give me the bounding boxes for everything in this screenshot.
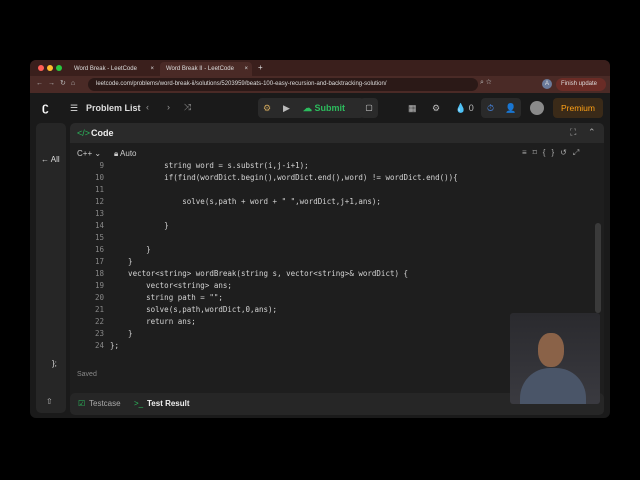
finish-update-label: Finish update <box>561 81 598 87</box>
problem-list-link[interactable]: Problem List <box>86 103 141 113</box>
note-icon[interactable]: ▢ <box>360 98 378 118</box>
code-line[interactable]: if(find(wordDict.begin(),wordDict.end(),… <box>110 173 458 185</box>
avatar[interactable]: A <box>542 79 552 89</box>
code-line[interactable]: } <box>110 329 133 341</box>
user-avatar[interactable] <box>530 101 544 115</box>
mode-value: Auto <box>120 149 137 158</box>
tab-word-break-ii[interactable]: Word Break II - LeetCode × <box>160 62 252 76</box>
line-number: 24 <box>94 341 104 350</box>
next-problem-icon[interactable]: › <box>167 102 170 112</box>
code-line[interactable]: } <box>110 245 151 257</box>
terminal-icon: >_ <box>134 399 144 408</box>
code-line[interactable]: }; <box>110 341 119 353</box>
line-number: 9 <box>99 161 104 170</box>
line-number: 23 <box>94 329 104 338</box>
line-number: 14 <box>94 221 104 230</box>
collapse-icon[interactable]: ⌃ <box>588 127 596 138</box>
code-snippet-fragment: }; <box>52 359 57 368</box>
line-number: 16 <box>94 245 104 254</box>
run-icon[interactable]: ▶ <box>283 103 290 114</box>
minimize-window-button[interactable] <box>47 65 53 71</box>
new-tab-button[interactable]: + <box>258 63 263 72</box>
search-icon[interactable]: ⌕ ☆ <box>480 79 492 87</box>
leetcode-logo[interactable]: ʗ <box>42 100 49 114</box>
auto-mode[interactable]: 🔒︎ Auto <box>114 149 137 159</box>
maximize-window-button[interactable] <box>56 65 62 71</box>
person-face <box>538 333 564 367</box>
line-number: 20 <box>94 293 104 302</box>
finish-update-button[interactable]: Finish update <box>556 78 606 91</box>
code-line[interactable]: vector<string> ans; <box>110 281 232 293</box>
description-panel-collapsed: ← All }; ⇧ <box>36 123 66 413</box>
add-user-icon[interactable]: 👤 <box>505 103 516 114</box>
line-number: 11 <box>94 185 104 194</box>
submit-label: Submit <box>314 103 346 113</box>
code-line[interactable]: vector<string> wordBreak(string s, vecto… <box>110 269 408 281</box>
line-number: 18 <box>94 269 104 278</box>
timer-icon[interactable]: ⏱ <box>487 103 494 114</box>
tab-bar: Word Break - LeetCode × Word Break II - L… <box>30 60 610 76</box>
webcam-overlay <box>510 313 600 404</box>
code-icon: </> <box>77 128 91 138</box>
code-line[interactable]: string word = s.substr(i,j-i+1); <box>110 161 309 173</box>
gear-icon[interactable]: ⚙ <box>432 103 440 114</box>
tab-test-result[interactable]: Test Result <box>147 399 190 408</box>
code-line[interactable]: string path = ""; <box>110 293 223 305</box>
close-icon[interactable]: × <box>244 66 248 72</box>
line-number: 15 <box>94 233 104 242</box>
leetcode-header: ʗ ☰ Problem List ‹ › ⤨ ⚙ ▶ ☁ Submit ▢ ▦ … <box>30 93 610 123</box>
code-panel-header: </> Code ⛶ ⌃ <box>70 123 604 143</box>
scroll-up-icon[interactable]: ⇧ <box>46 397 53 406</box>
prev-problem-icon[interactable]: ‹ <box>146 102 149 112</box>
close-icon[interactable]: × <box>150 66 154 72</box>
checkbox-icon: ☑ <box>78 399 86 408</box>
tab-testcase[interactable]: Testcase <box>89 399 121 408</box>
line-number: 22 <box>94 317 104 326</box>
line-number: 21 <box>94 305 104 314</box>
url-text: leetcode.com/problems/word-break-ii/solu… <box>96 81 387 87</box>
editor-tools[interactable]: ≡⌑{}↺⤢ <box>522 148 585 158</box>
line-number: 17 <box>94 257 104 266</box>
code-line[interactable]: } <box>110 257 133 269</box>
url-input[interactable]: leetcode.com/problems/word-break-ii/solu… <box>88 78 478 91</box>
shuffle-icon[interactable]: ⤨ <box>184 102 191 113</box>
line-number: 19 <box>94 281 104 290</box>
debug-icon[interactable]: ⚙ <box>263 103 271 114</box>
tab-word-break[interactable]: Word Break - LeetCode × <box>68 62 158 76</box>
address-bar-row: ←→↻⌂ leetcode.com/problems/word-break-ii… <box>30 76 610 93</box>
person-shirt <box>520 368 586 404</box>
layout-icon[interactable]: ▦ <box>408 103 417 114</box>
run-submit-group: ⚙ ▶ ☁ Submit <box>258 98 364 118</box>
editor-scrollbar[interactable] <box>595 223 601 313</box>
code-line[interactable]: solve(s,path + word + " ",wordDict,j+1,a… <box>110 197 381 209</box>
streak-count: 0 <box>468 103 474 113</box>
code-line[interactable]: return ans; <box>110 317 196 329</box>
language-select[interactable]: C++ ⌄ <box>77 149 101 158</box>
code-line[interactable]: } <box>110 221 169 233</box>
close-window-button[interactable] <box>38 65 44 71</box>
line-number: 10 <box>94 173 104 182</box>
panel-title: Code <box>91 128 114 138</box>
save-status: Saved <box>77 371 97 378</box>
premium-button[interactable]: Premium <box>553 98 603 118</box>
tab-label: Word Break II - LeetCode <box>166 66 234 72</box>
fullscreen-icon[interactable]: ⛶ <box>570 127 576 138</box>
language-value: C++ <box>77 149 93 158</box>
timer-group: ⏱ 👤 <box>481 98 521 118</box>
back-label: All <box>50 155 60 164</box>
line-number: 12 <box>94 197 104 206</box>
list-icon: ☰ <box>70 103 79 113</box>
nav-buttons[interactable]: ←→↻⌂ <box>36 79 80 87</box>
back-all-link[interactable]: ← All <box>41 155 60 164</box>
tab-label: Word Break - LeetCode <box>74 66 137 72</box>
streak-counter[interactable]: 💧 0 <box>455 103 474 114</box>
submit-button[interactable]: ☁ Submit <box>303 103 345 114</box>
line-number: 13 <box>94 209 104 218</box>
code-line[interactable]: solve(s,path,wordDict,0,ans); <box>110 305 277 317</box>
